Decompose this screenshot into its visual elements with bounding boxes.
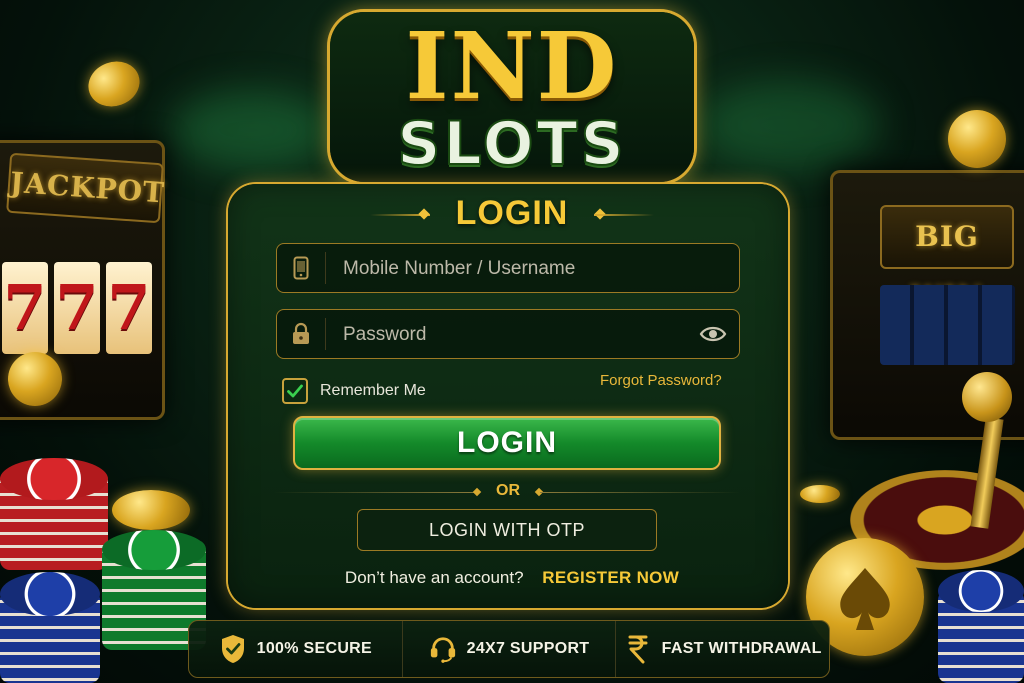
reel-symbol: 7 [54,262,100,354]
slot-reels-right [880,285,1015,365]
username-input[interactable] [341,244,705,294]
logo-text-bottom: SLOTS [396,109,627,179]
or-divider-line [274,492,474,493]
poker-chip-icon [102,530,206,570]
logo-text-top: IND [405,12,619,120]
reel-symbol: 7 [106,262,152,354]
signup-row: Don’t have an account? REGISTER NOW [0,568,1024,588]
register-now-link[interactable]: REGISTER NOW [542,568,679,587]
gold-coin-icon [800,485,840,503]
password-input[interactable] [341,310,705,360]
reel-symbol: 7 [2,262,48,354]
gold-coin-icon [948,110,1006,168]
background-glow [700,80,880,170]
feature-support: 24X7 SUPPORT [401,621,616,677]
login-title: LOGIN [455,194,569,232]
field-divider [325,252,326,284]
forgot-password-link[interactable]: Forgot Password? [600,372,722,389]
ind-slots-logo: IND SLOTS [330,12,694,182]
phone-icon [291,256,311,280]
feature-secure: 100% SECURE [189,621,402,677]
password-field[interactable] [276,309,740,360]
logo-spade-letter: D [536,12,619,120]
slot-reels-left: 7 7 7 [2,262,152,354]
signup-prompt: Don’t have an account? [344,568,524,587]
rupee-icon [624,634,652,664]
features-bar: 100% SECURE 24X7 SUPPORT FAST WITHDRAWAL [188,620,830,678]
gold-coin-icon [8,352,62,406]
login-with-otp-button[interactable]: LOGIN WITH OTP [357,509,657,551]
username-field[interactable] [276,243,740,294]
jackpot-sign: JACKPOT [6,152,166,224]
login-button[interactable]: LOGIN [293,416,721,470]
background-glow [170,90,330,170]
feature-label: 100% SECURE [256,640,373,657]
remember-me[interactable]: Remember Me [282,378,426,404]
gold-coin-icon [82,54,146,114]
feature-label: 24X7 SUPPORT [466,640,590,657]
remember-me-label: Remember Me [320,382,426,399]
headset-icon [429,634,457,664]
poker-chip-icon [0,458,108,500]
big-win-sign: BIG WIN [880,205,1014,313]
remember-me-checkbox[interactable] [282,378,308,404]
shield-check-icon [219,634,247,664]
or-divider-text: OR [496,482,520,499]
gold-coin-icon [112,490,190,530]
title-decor-line [594,214,654,216]
lock-icon [291,322,311,346]
feature-withdrawal: FAST WITHDRAWAL [615,621,829,677]
slot-lever-knob [962,372,1012,422]
feature-label: FAST WITHDRAWAL [661,640,822,657]
field-divider [325,318,326,350]
or-divider-line [540,492,740,493]
eye-icon[interactable] [699,322,727,346]
